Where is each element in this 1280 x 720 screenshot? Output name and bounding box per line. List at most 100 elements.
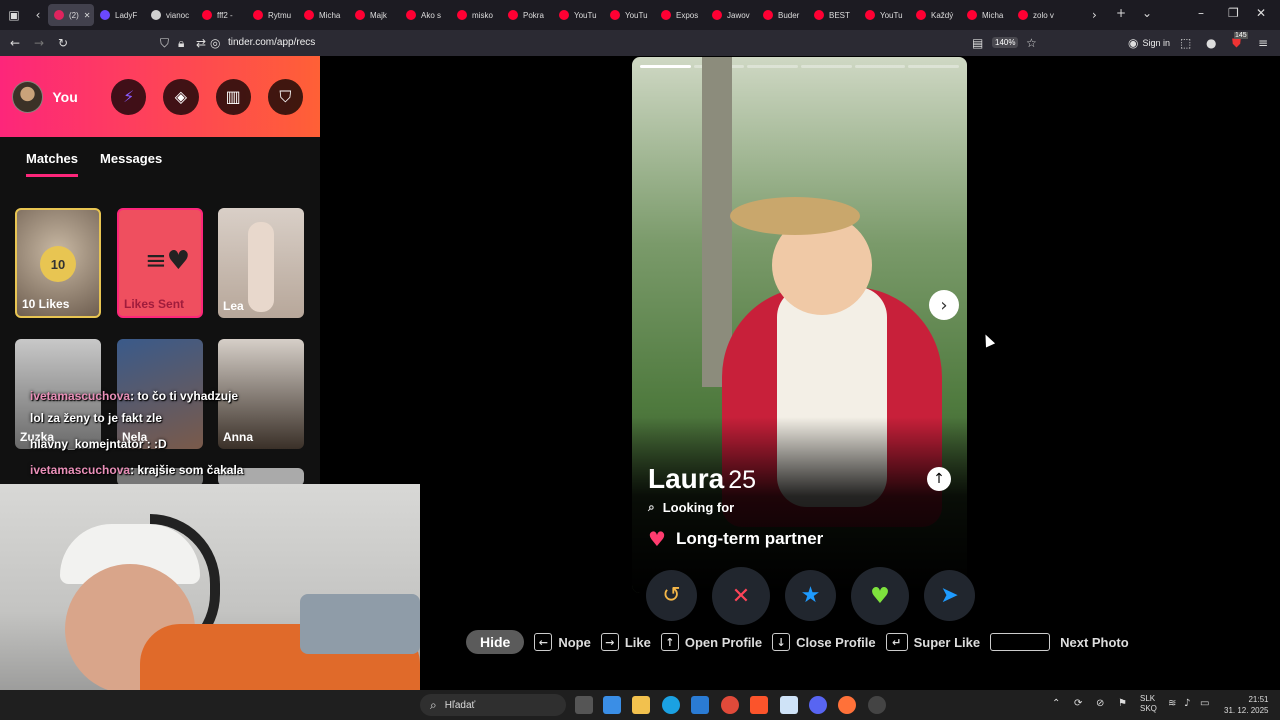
browser-tab[interactable]: Expos <box>655 4 706 26</box>
new-tab-icon[interactable]: + <box>1116 6 1126 20</box>
tab-label: Jawov <box>727 10 750 20</box>
menu-icon[interactable]: ≡ <box>1258 36 1268 50</box>
close-tab-icon[interactable]: ✕ <box>84 11 91 20</box>
zoom-level[interactable]: 140% <box>992 37 1019 48</box>
browser-tab[interactable]: Pokra <box>502 4 553 26</box>
tab-label: Expos <box>676 10 699 20</box>
tray-app-icon[interactable]: ⚑ <box>1118 698 1127 709</box>
firefox-icon[interactable] <box>838 696 856 714</box>
like-button[interactable]: ♥ <box>851 567 909 625</box>
chrome-icon[interactable] <box>721 696 739 714</box>
browser-tab[interactable]: BEST <box>808 4 859 26</box>
likes-sent-card[interactable]: ≡♥ Likes Sent <box>117 208 203 318</box>
browser-tab[interactable]: zolo v <box>1012 4 1063 26</box>
tab-favicon-icon <box>1018 10 1028 20</box>
chat-text: : krajšie som čakala <box>130 463 244 477</box>
language-indicator[interactable]: SLK SKQ <box>1140 694 1157 714</box>
site-info-icon[interactable]: ◎ <box>210 36 220 50</box>
hide-button[interactable]: Hide <box>466 630 525 654</box>
tab-menu-icon[interactable]: ⌄ <box>1142 6 1152 20</box>
file-explorer-icon[interactable] <box>632 696 650 714</box>
tray-app-icon[interactable]: ⊘ <box>1096 698 1104 709</box>
match-card[interactable]: Lea <box>218 208 304 318</box>
match-photo <box>248 222 274 312</box>
sync-icon[interactable]: ⟳ <box>1074 698 1082 709</box>
browser-tab[interactable]: fff2 - <box>196 4 247 26</box>
likes-card[interactable]: 10 10 Likes <box>15 208 101 318</box>
lock-icon[interactable]: 🔒︎ <box>178 36 184 51</box>
brave-icon[interactable] <box>750 696 768 714</box>
store-icon[interactable] <box>603 696 621 714</box>
extension-icon[interactable]: ● <box>1206 36 1216 50</box>
reload-icon[interactable]: ↻ <box>58 36 68 50</box>
tab-matches[interactable]: Matches <box>26 151 79 177</box>
tab-favicon-icon <box>202 10 212 20</box>
browser-tab[interactable]: vianoc <box>145 4 196 26</box>
extensions-icon[interactable]: ⬚ <box>1180 36 1191 50</box>
photo-indicator <box>801 65 852 68</box>
browser-tab[interactable]: Jawov <box>706 4 757 26</box>
permissions-icon[interactable]: ⇄ <box>196 36 206 50</box>
safety-shield-icon[interactable]: ⛉ <box>267 78 304 115</box>
browser-tab[interactable]: Micha <box>298 4 349 26</box>
tab-messages[interactable]: Messages <box>100 151 162 177</box>
browser-tab[interactable]: YouTu <box>553 4 604 26</box>
super-like-button[interactable]: ★ <box>785 570 836 621</box>
bookmark-star-icon[interactable]: ☆ <box>1026 36 1037 50</box>
app-icon[interactable] <box>691 696 709 714</box>
nope-button[interactable]: ✕ <box>712 567 770 625</box>
browser-tab[interactable]: misko <box>451 4 502 26</box>
address-bar[interactable]: tinder.com/app/recs <box>228 37 315 48</box>
reader-view-icon[interactable]: ▤ <box>972 36 983 50</box>
browser-tab[interactable]: Každý <box>910 4 961 26</box>
tab-label: misko <box>472 10 493 20</box>
explore-icon[interactable]: ◈ <box>163 78 199 115</box>
tab-favicon-icon <box>406 10 416 20</box>
wifi-icon[interactable]: ≋ <box>1168 698 1176 709</box>
shield-icon[interactable]: ⛉ <box>160 36 169 51</box>
task-view-icon[interactable] <box>575 696 593 714</box>
chat-text: : :D <box>143 437 167 451</box>
boost-button[interactable]: ➤ <box>924 570 975 621</box>
rewind-button[interactable]: ↺ <box>646 570 697 621</box>
back-icon[interactable]: ← <box>10 36 20 50</box>
avatar[interactable] <box>12 80 44 113</box>
match-name: Lea <box>223 299 244 313</box>
discord-icon[interactable] <box>809 696 827 714</box>
boost-icon[interactable]: ⚡ <box>111 78 147 115</box>
minimize-icon[interactable]: – <box>1198 6 1204 20</box>
sign-in-button[interactable]: ◉ Sign in <box>1128 36 1170 50</box>
photo-indicator <box>640 65 691 68</box>
close-window-icon[interactable]: ✕ <box>1256 6 1266 20</box>
briefcase-icon[interactable]: ▥ <box>215 78 251 115</box>
browser-tab[interactable]: Rytmu <box>247 4 298 26</box>
browser-tab[interactable]: LadyF <box>94 4 145 26</box>
clock[interactable]: 21:51 31. 12. 2025 <box>1224 694 1268 716</box>
browser-tab[interactable]: YouTu <box>859 4 910 26</box>
open-profile-arrow-icon[interactable]: ↑ <box>927 467 951 491</box>
taskbar-search[interactable]: ⌕ Hľadať <box>420 694 566 716</box>
likes-label: 10 Likes <box>22 297 70 311</box>
notepad-icon[interactable] <box>780 696 798 714</box>
battery-icon[interactable]: ▭ <box>1200 698 1209 709</box>
browser-tab[interactable]: (2) ✕ <box>48 4 94 26</box>
forward-icon[interactable]: → <box>34 36 44 50</box>
scroll-tabs-right-icon[interactable]: › <box>1092 8 1097 22</box>
browser-tab[interactable]: Ako s <box>400 4 451 26</box>
tab-list-icon[interactable]: ▣ <box>0 8 28 22</box>
browser-tab[interactable]: Majk <box>349 4 400 26</box>
maximize-icon[interactable]: ❐ <box>1228 6 1239 20</box>
profile-card[interactable]: › Laura 25 ↑ ⌕ Looking for ♥ Long-term part… <box>632 57 967 593</box>
chat-text: lol za ženy to je fakt zle <box>30 411 163 425</box>
volume-icon[interactable]: ♪ <box>1184 698 1190 709</box>
browser-tab[interactable]: Micha <box>961 4 1012 26</box>
edge-icon[interactable] <box>662 696 680 714</box>
obs-icon[interactable] <box>868 696 886 714</box>
browser-tab[interactable]: YouTu <box>604 4 655 26</box>
tray-chevron-icon[interactable]: ⌃ <box>1052 698 1060 709</box>
profile-name[interactable]: You <box>52 89 111 105</box>
hint-super-like: ↵ Super Like <box>885 633 980 651</box>
scroll-tabs-left-icon[interactable]: ‹ <box>28 8 48 22</box>
browser-tab[interactable]: Buder <box>757 4 808 26</box>
next-photo-chevron-icon[interactable]: › <box>929 290 959 320</box>
